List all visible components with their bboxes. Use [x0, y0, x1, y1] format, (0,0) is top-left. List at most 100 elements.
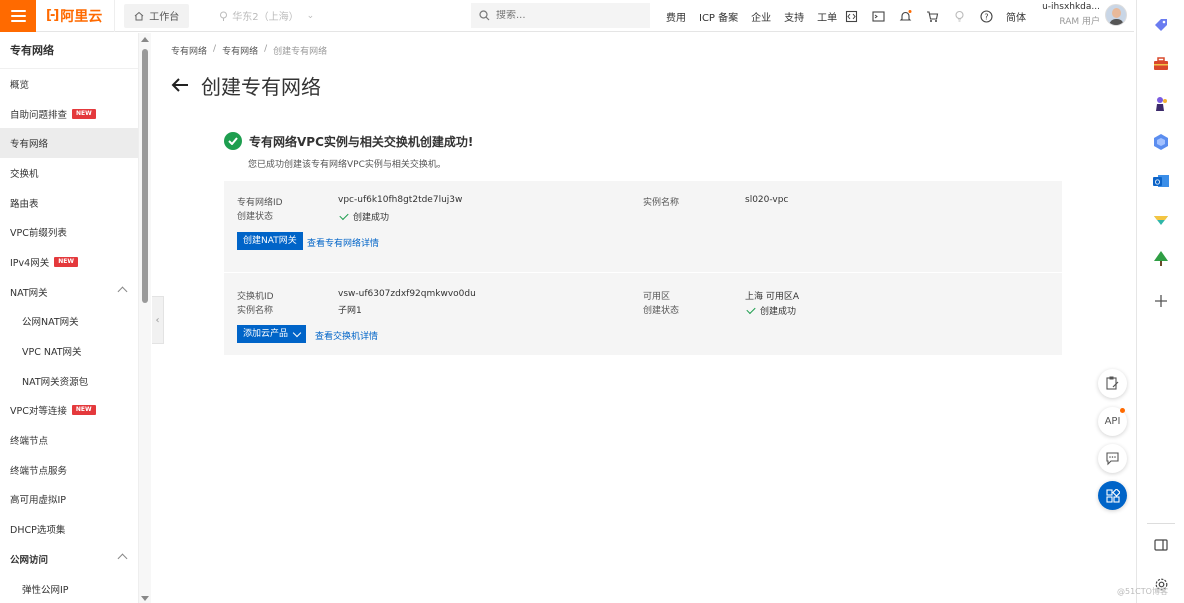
scrollbar-thumb[interactable] [142, 49, 148, 303]
add-app-icon[interactable] [1151, 291, 1171, 311]
breadcrumb-current: 创建专有网络 [273, 47, 328, 57]
sidebar-item-label: 专有网络 [10, 139, 49, 151]
zone-value: 上海 可用区A [745, 292, 800, 302]
aliyun-logo[interactable]: [-] 阿里云 [46, 0, 116, 32]
create-nat-gateway-label: 创建NAT网关 [243, 236, 297, 246]
chat-button[interactable] [1098, 444, 1127, 473]
cube-app-icon[interactable] [1151, 132, 1171, 152]
search-input[interactable] [496, 10, 636, 21]
nav-link-icp[interactable]: ICP 备案 [699, 9, 738, 24]
vswitch-detail-link[interactable]: 查看交换机详情 [315, 329, 378, 342]
help-icon[interactable]: ? [980, 9, 993, 23]
sidebar-item-havip[interactable]: 高可用虚拟IP [0, 485, 138, 515]
sidebar-item-label: VPC NAT网关 [22, 347, 82, 359]
workbench-button[interactable]: 工作台 [124, 3, 190, 28]
nav-link-support[interactable]: 支持 [784, 9, 804, 24]
user-role: RAM 用户 [1059, 17, 1100, 27]
create-nat-gateway-button[interactable]: 创建NAT网关 [237, 232, 303, 250]
vswitch-status: 创建成功 [746, 304, 796, 317]
vpc-detail-link[interactable]: 查看专有网络详情 [307, 236, 379, 249]
watermark: @51CTO博客 [1117, 587, 1168, 596]
success-subtitle: 您已成功创建该专有网络VPC实例与相关交换机。 [248, 160, 446, 170]
chevron-up-icon [117, 286, 128, 297]
sidebar-item-eip[interactable]: 弹性公网IP [0, 574, 138, 603]
clipboard-edit-icon [1106, 376, 1119, 390]
code-icon[interactable] [845, 10, 858, 23]
success-title: 专有网络VPC实例与相关交换机创建成功! [249, 134, 474, 149]
sidebar-item-overview[interactable]: 概览 [0, 69, 138, 99]
sidebar-item-label: 自助问题排查 [10, 109, 68, 121]
sidebar-item-endpoint[interactable]: 终端节点 [0, 425, 138, 455]
vswitch-name-label: 实例名称 [237, 306, 274, 316]
chess-app-icon[interactable] [1151, 94, 1171, 114]
sidebar-item-vswitch[interactable]: 交换机 [0, 158, 138, 188]
toolbox-app-icon[interactable] [1151, 54, 1171, 74]
sidebar-title: 专有网络 [0, 33, 138, 69]
sidebar-item-nat-package[interactable]: NAT网关资源包 [0, 366, 138, 396]
scroll-up-arrow-icon[interactable] [141, 37, 149, 42]
sidebar-collapse-toggle[interactable]: ‹ [152, 296, 164, 344]
quick-apps-button[interactable] [1098, 481, 1127, 510]
logo-text: 阿里云 [60, 8, 103, 25]
region-label: 华东2（上海） [232, 12, 299, 23]
breadcrumb-item[interactable]: 专有网络 [171, 44, 207, 57]
cart-icon[interactable] [926, 10, 939, 23]
sidebar-item-label: 终端节点 [10, 436, 49, 448]
search-icon [479, 10, 490, 21]
sidebar-item-vpc-nat[interactable]: VPC NAT网关 [0, 336, 138, 366]
page-header: 创建专有网络 [171, 71, 321, 100]
fan-app-icon[interactable] [1151, 210, 1171, 230]
vpc-status-label: 创建状态 [237, 212, 274, 222]
sidebar-item-prefix-list[interactable]: VPC前缀列表 [0, 217, 138, 247]
api-button[interactable]: API [1098, 407, 1127, 436]
svg-text:?: ? [984, 12, 988, 21]
top-nav-icons: ? [845, 0, 993, 32]
chat-icon [1106, 452, 1119, 466]
tree-app-icon[interactable] [1151, 249, 1171, 269]
sidebar-item-public-nat[interactable]: 公网NAT网关 [0, 307, 138, 337]
hamburger-menu-icon[interactable] [0, 0, 36, 32]
add-cloud-product-button[interactable]: 添加云产品 [237, 325, 307, 343]
nav-link-enterprise[interactable]: 企业 [751, 9, 771, 24]
card-divider [224, 272, 1062, 273]
outlook-app-icon[interactable]: O [1151, 171, 1171, 191]
tag-app-icon[interactable] [1151, 15, 1171, 35]
scroll-down-arrow-icon[interactable] [141, 596, 149, 601]
language-switch[interactable]: 简体 [1006, 9, 1026, 24]
app-rail: O [1136, 0, 1184, 603]
back-arrow-icon[interactable] [171, 74, 189, 98]
lightbulb-icon[interactable] [953, 10, 966, 23]
sidebar-item-nat-gateway[interactable]: NAT网关 [0, 277, 138, 307]
nav-link-ticket[interactable]: 工单 [817, 9, 837, 24]
user-info[interactable]: u-ihsxhkda... RAM 用户 [1040, 2, 1100, 27]
breadcrumb-item[interactable]: 专有网络 [222, 44, 258, 57]
bell-icon[interactable] [899, 9, 912, 23]
nav-link-fee[interactable]: 费用 [666, 9, 686, 24]
search-box[interactable] [471, 3, 650, 28]
sidebar-item-label: VPC前缀列表 [10, 228, 67, 240]
sidebar-item-public-access[interactable]: 公网访问 [0, 544, 138, 574]
sidebar-item-label: 概览 [10, 79, 30, 91]
avatar[interactable] [1105, 4, 1127, 26]
sidebar-panel-icon[interactable] [1151, 535, 1171, 555]
terminal-icon[interactable] [872, 10, 885, 23]
rail-divider [1147, 523, 1175, 524]
aliyun-logo-icon: [-] [46, 8, 59, 23]
feedback-clipboard-button[interactable] [1098, 369, 1127, 398]
sidebar-item-route-table[interactable]: 路由表 [0, 188, 138, 218]
region-selector[interactable]: 华东2（上海） ⌄ [219, 8, 314, 23]
sidebar-item-troubleshoot[interactable]: 自助问题排查 NEW [0, 99, 138, 129]
sidebar-scrollbar[interactable] [139, 33, 151, 603]
success-check-icon [224, 132, 242, 150]
result-card: 专有网络ID vpc-uf6k10fh8gt2tde7luj3w 创建状态 创建… [224, 181, 1062, 355]
sidebar-item-dhcp[interactable]: DHCP选项集 [0, 514, 138, 544]
vswitch-id-label: 交换机ID [237, 292, 274, 302]
sidebar-item-label: IPv4网关 [10, 257, 50, 269]
sidebar-item-ipv4-gateway[interactable]: IPv4网关 NEW [0, 247, 138, 277]
sidebar-item-label: 公网NAT网关 [22, 317, 79, 329]
sidebar-item-vpc-peering[interactable]: VPC对等连接 NEW [0, 396, 138, 426]
sidebar-item-vpc[interactable]: 专有网络 [0, 128, 138, 159]
sidebar-item-endpoint-service[interactable]: 终端节点服务 [0, 455, 138, 485]
vpc-name-value: sl020-vpc [745, 195, 789, 205]
home-icon [134, 11, 144, 20]
